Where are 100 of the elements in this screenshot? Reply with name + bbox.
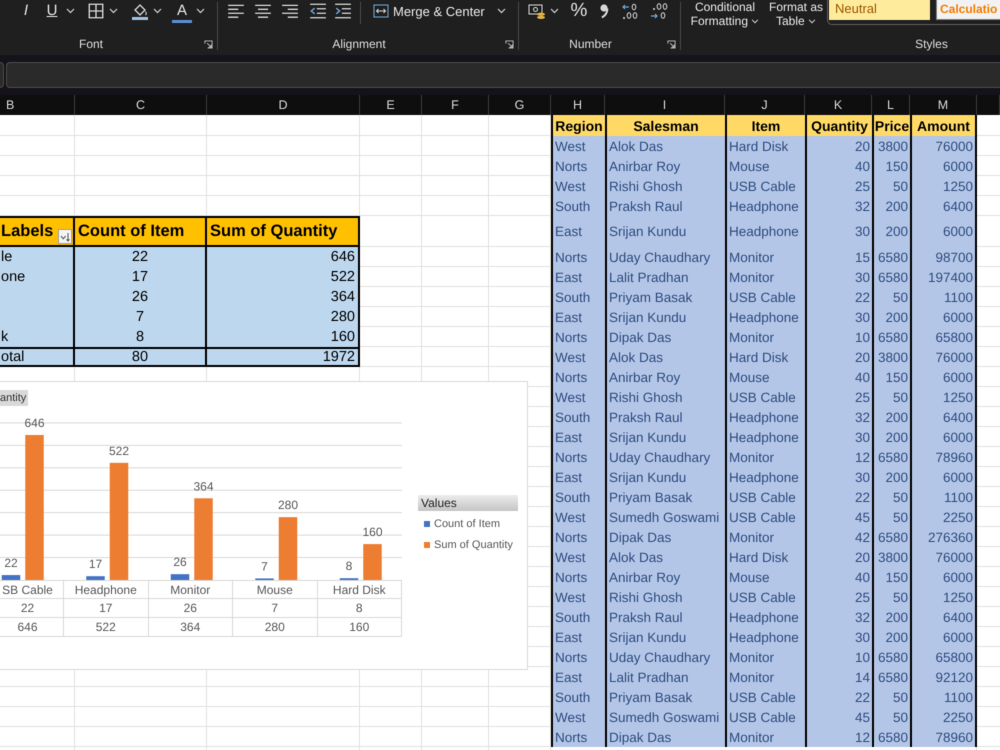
table-cell: 6580 bbox=[872, 247, 910, 267]
underline-button[interactable]: U bbox=[42, 2, 62, 20]
table-cell: Headphone bbox=[725, 427, 805, 447]
table-cell: West bbox=[551, 707, 605, 727]
table-cell: West bbox=[551, 387, 605, 407]
table-cell: 2250 bbox=[910, 707, 977, 727]
table-cell: 3800 bbox=[872, 547, 910, 567]
styles-menu-button[interactable]: Format as Table bbox=[766, 0, 826, 28]
table-cell: 3800 bbox=[872, 347, 910, 367]
caret-icon[interactable] bbox=[153, 8, 162, 14]
table-cell: Anirbar Roy bbox=[605, 156, 725, 176]
table-cell: 6000 bbox=[910, 156, 977, 176]
sort-filter-icon bbox=[60, 232, 70, 242]
table-cell: 30 bbox=[805, 427, 872, 447]
table-cell: 40 bbox=[805, 367, 872, 387]
table-cell: 6000 bbox=[910, 367, 977, 387]
group-label: Alignment bbox=[332, 36, 386, 52]
italic-button[interactable]: I bbox=[16, 2, 36, 20]
table-cell: 22 bbox=[805, 687, 872, 707]
caret-icon[interactable] bbox=[109, 8, 118, 14]
table-cell: 200 bbox=[872, 467, 910, 487]
count-of-item-bar bbox=[86, 576, 105, 580]
caret-icon[interactable] bbox=[496, 8, 506, 14]
table-cell: Priyam Basak bbox=[605, 687, 725, 707]
increase-decimal-icon[interactable] bbox=[622, 2, 640, 20]
cell-style-option[interactable]: Neutral bbox=[829, 0, 930, 20]
table-cell: Rishi Ghosh bbox=[605, 176, 725, 196]
fill-color-icon[interactable] bbox=[131, 2, 149, 20]
filter-button[interactable] bbox=[58, 229, 72, 244]
chart-table-cell: 160 bbox=[318, 618, 402, 637]
styles-menu-button[interactable]: Conditional Formatting bbox=[687, 0, 763, 28]
pivot-header-cell: Labels bbox=[0, 216, 75, 247]
align-left-icon[interactable] bbox=[227, 2, 245, 20]
table-cell: 20 bbox=[805, 547, 872, 567]
table-cell: Hard Disk bbox=[725, 347, 805, 367]
pivot-value-cell: 17 bbox=[75, 267, 207, 287]
table-cell: 1100 bbox=[910, 487, 977, 507]
pivot-value-cell: 280 bbox=[207, 307, 360, 327]
merge-center-button[interactable]: Merge & Center bbox=[373, 2, 485, 20]
table-cell: Headphone bbox=[725, 307, 805, 327]
decrease-indent-icon[interactable] bbox=[309, 2, 327, 20]
table-cell: 6580 bbox=[872, 727, 910, 747]
chart-table-cell: 17 bbox=[64, 599, 148, 618]
table-cell: 50 bbox=[872, 176, 910, 196]
table-cell: Dipak Das bbox=[605, 527, 725, 547]
table-cell: 6580 bbox=[872, 647, 910, 667]
table-cell: Norts bbox=[551, 156, 605, 176]
table-cell: 25 bbox=[805, 176, 872, 196]
borders-icon[interactable] bbox=[87, 2, 105, 20]
table-cell: 12 bbox=[805, 447, 872, 467]
table-cell: 6000 bbox=[910, 467, 977, 487]
table-cell: 200 bbox=[872, 307, 910, 327]
align-center-icon[interactable] bbox=[254, 2, 272, 20]
caret-icon[interactable] bbox=[196, 8, 205, 14]
dialog-launcher-icon[interactable] bbox=[204, 40, 213, 49]
chart-table-cell: Monitor bbox=[148, 580, 233, 599]
chart-table-cell: Headphone bbox=[64, 580, 148, 599]
caret-icon[interactable] bbox=[66, 8, 75, 14]
align-right-icon[interactable] bbox=[281, 2, 299, 20]
table-cell: 6000 bbox=[910, 567, 977, 587]
field-button[interactable]: antity bbox=[0, 390, 28, 406]
accounting-format-icon[interactable] bbox=[528, 2, 546, 20]
table-cell: Praksh Raul bbox=[605, 196, 725, 216]
percent-button[interactable]: % bbox=[569, 2, 589, 20]
table-cell: Uday Chaudhary bbox=[605, 447, 725, 467]
table-header-cell: Price bbox=[872, 115, 910, 136]
table-cell: 2250 bbox=[910, 507, 977, 527]
table-cell: 6000 bbox=[910, 216, 977, 247]
table-cell: 10 bbox=[805, 327, 872, 347]
table-cell: Mouse bbox=[725, 156, 805, 176]
table-cell: West bbox=[551, 136, 605, 156]
table-cell: 22 bbox=[805, 487, 872, 507]
chart-table-cell: 7 bbox=[233, 599, 318, 618]
increase-indent-icon[interactable] bbox=[334, 2, 352, 20]
dialog-launcher-icon[interactable] bbox=[667, 40, 676, 49]
table-cell: 25 bbox=[805, 587, 872, 607]
table-cell: 6400 bbox=[910, 196, 977, 216]
legend-label: Count of Item bbox=[434, 518, 500, 530]
table-cell: Monitor bbox=[725, 667, 805, 687]
table-cell: 6000 bbox=[910, 307, 977, 327]
count-of-item-bar bbox=[170, 574, 190, 580]
table-cell: Headphone bbox=[725, 407, 805, 427]
table-cell: Hard Disk bbox=[725, 136, 805, 156]
data-label: 17 bbox=[88, 557, 102, 572]
table-cell: 200 bbox=[872, 607, 910, 627]
data-label: 364 bbox=[193, 479, 214, 494]
table-cell: 22 bbox=[805, 287, 872, 307]
table-cell: 65800 bbox=[910, 327, 977, 347]
table-cell: Monitor bbox=[725, 247, 805, 267]
table-cell: 50 bbox=[872, 387, 910, 407]
table-cell: 200 bbox=[872, 196, 910, 216]
font-color-button[interactable]: A bbox=[172, 2, 192, 23]
dialog-launcher-icon[interactable] bbox=[505, 40, 514, 49]
caret-icon[interactable] bbox=[550, 8, 559, 14]
table-cell: East bbox=[551, 627, 605, 647]
table-cell: 20 bbox=[805, 347, 872, 367]
table-cell: USB Cable bbox=[725, 507, 805, 527]
decrease-decimal-icon[interactable] bbox=[650, 2, 668, 20]
table-cell: 50 bbox=[872, 287, 910, 307]
pivot-value-cell: 160 bbox=[207, 327, 360, 347]
